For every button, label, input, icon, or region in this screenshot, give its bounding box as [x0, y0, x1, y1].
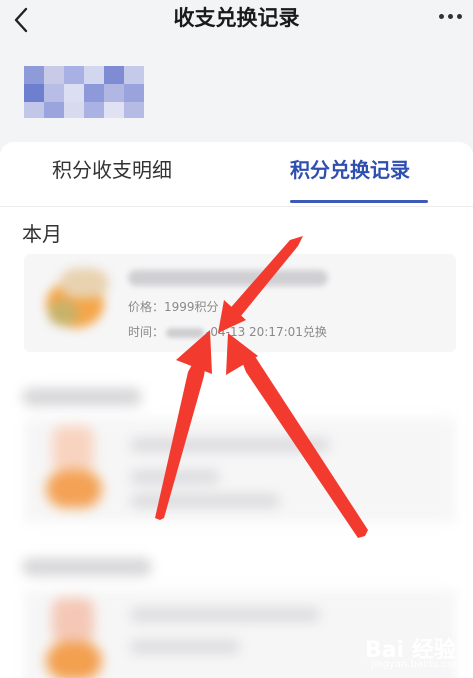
time-prefix: 时间： — [128, 325, 165, 339]
tab-exchange-records[interactable]: 积分兑换记录 — [290, 154, 410, 183]
page-title: 收支兑换记录 — [173, 6, 300, 30]
tab-bar: 积分收支明细 积分兑换记录 — [0, 142, 473, 207]
tab-points-detail[interactable]: 积分收支明细 — [52, 154, 172, 183]
more-button[interactable] — [433, 6, 467, 26]
time-value: -04-13 20:17:01兑换 — [206, 325, 327, 339]
more-dots-icon — [438, 13, 444, 19]
section-month-label: 本月 — [22, 222, 62, 246]
active-tab-indicator — [290, 200, 428, 203]
blurred-product-name — [128, 270, 328, 286]
blurred-year — [166, 327, 205, 338]
price-value: 1999积分 — [164, 300, 219, 314]
watermark: Bai 经验 jingyan.baidu.com — [365, 632, 463, 670]
user-info — [0, 46, 473, 142]
screen: 收支兑换记录 积分收支明细 积分兑换记录 本月 价格：1999积分 时间： -0… — [0, 0, 473, 678]
records-panel: 积分收支明细 积分兑换记录 本月 价格：1999积分 时间： -04-13 20:… — [0, 142, 473, 678]
pixelated-username — [24, 66, 144, 118]
exchange-record-item[interactable]: 价格：1999积分 时间： -04-13 20:17:01兑换 — [24, 254, 456, 352]
price-line: 价格：1999积分 — [128, 298, 219, 315]
price-prefix: 价格： — [128, 300, 165, 314]
product-thumbnail — [38, 268, 114, 338]
app-header: 收支兑换记录 — [0, 0, 473, 46]
time-line: 时间： -04-13 20:17:01兑换 — [128, 323, 327, 340]
watermark-url: jingyan.baidu.com — [370, 659, 463, 670]
